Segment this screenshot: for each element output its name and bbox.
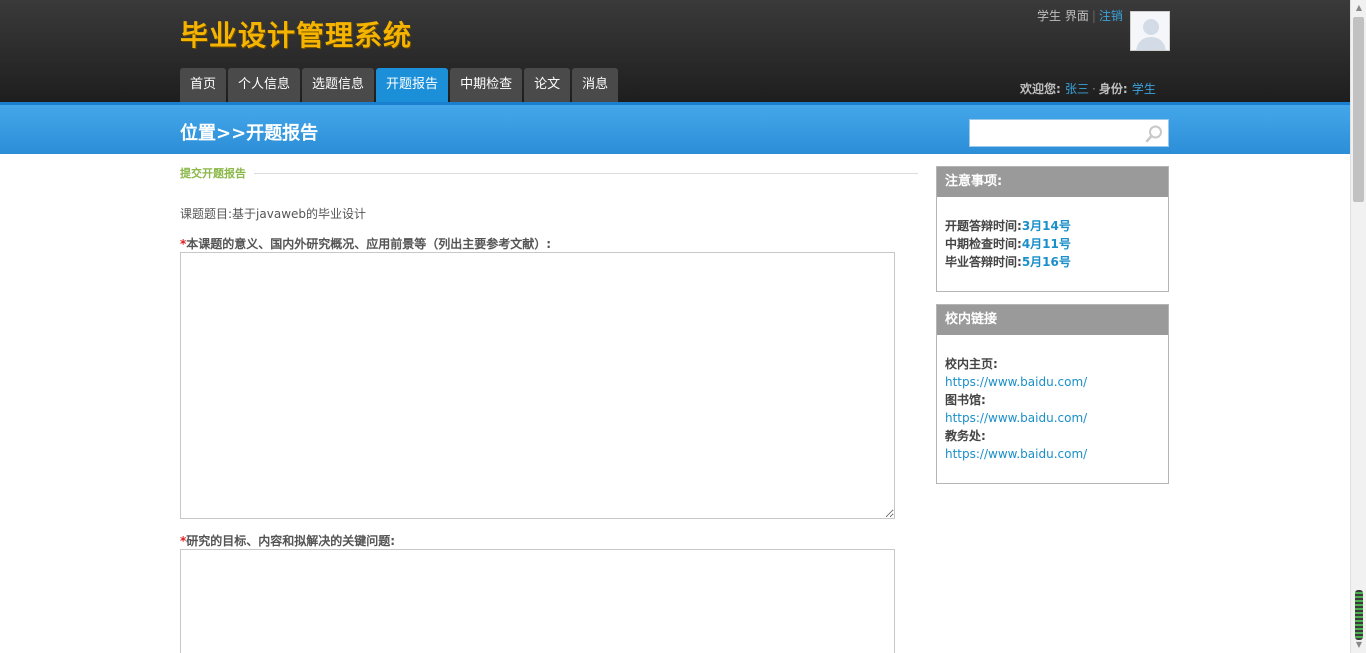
significance-textarea[interactable] — [180, 252, 895, 519]
notice-body: 开题答辩时间:3月14号 中期检查时间:4月11号 毕业答辩时间:5月16号 — [937, 197, 1168, 271]
nav-item-proposal-report[interactable]: 开题报告 — [376, 68, 449, 102]
scroll-indicator — [1355, 590, 1363, 640]
dot-separator: · — [1092, 82, 1096, 96]
site-title: 毕业设计管理系统 — [180, 19, 413, 52]
notice-item-label: 毕业答辩时间: — [945, 255, 1022, 269]
notice-item-value: 5月16号 — [1021, 255, 1071, 269]
notice-title: 注意事项: — [937, 167, 1168, 197]
library-link[interactable]: https://www.baidu.com/ — [945, 409, 1160, 427]
campus-links-body: 校内主页: https://www.baidu.com/ 图书馆: https:… — [937, 335, 1168, 463]
section-divider — [180, 173, 918, 174]
top-links: 学生 界面 | 注销 — [1037, 7, 1123, 24]
nav-item-topic-selection[interactable]: 选题信息 — [302, 68, 375, 102]
page-scrollbar[interactable]: ▲ ▼ — [1350, 0, 1366, 653]
location-bar: 位置>>开题报告 — [0, 102, 1350, 154]
welcome-label: 欢迎您: — [1020, 82, 1061, 96]
link-label: 教务处: — [945, 429, 986, 443]
nav-item-midterm-check[interactable]: 中期检查 — [450, 68, 523, 102]
field2-label-text: 研究的目标、内容和拟解决的关键问题: — [186, 534, 396, 548]
scroll-up-arrow-icon[interactable]: ▲ — [1351, 0, 1366, 16]
search-icon[interactable] — [1144, 124, 1164, 144]
notice-item-label: 中期检查时间: — [945, 237, 1022, 251]
page: 毕业设计管理系统 学生 界面 | 注销 首页 个人信息 选题信息 开题报告 中期检查… — [0, 0, 1366, 653]
nav-item-thesis[interactable]: 论文 — [524, 68, 571, 102]
campus-links-box: 校内链接 校内主页: https://www.baidu.com/ 图书馆: h… — [936, 304, 1169, 484]
field2-label: *研究的目标、内容和拟解决的关键问题: — [180, 532, 395, 549]
notice-item-label: 开题答辩时间: — [945, 219, 1022, 233]
field1-label-text: 本课题的意义、国内外研究概况、应用前景等（列出主要参考文献）: — [186, 237, 552, 251]
section-title: 提交开题报告 — [180, 165, 254, 181]
notice-item: 中期检查时间:4月11号 — [945, 235, 1160, 253]
nav-item-profile[interactable]: 个人信息 — [228, 68, 301, 102]
scroll-down-arrow-icon[interactable]: ▼ — [1351, 637, 1366, 653]
header: 毕业设计管理系统 学生 界面 | 注销 首页 个人信息 选题信息 开题报告 中期检查… — [0, 0, 1350, 102]
search-box — [969, 119, 1169, 147]
campus-links-title: 校内链接 — [937, 305, 1168, 335]
notice-item-value: 4月11号 — [1021, 237, 1071, 251]
nav-item-messages[interactable]: 消息 — [572, 68, 619, 102]
notice-item: 开题答辩时间:3月14号 — [945, 217, 1160, 235]
academic-affairs-link[interactable]: https://www.baidu.com/ — [945, 445, 1160, 463]
identity-label: 身份: — [1098, 82, 1128, 96]
objectives-textarea[interactable] — [180, 549, 895, 653]
divider: | — [1091, 9, 1096, 23]
notice-item: 毕业答辩时间:5月16号 — [945, 253, 1160, 271]
notice-item-value: 3月14号 — [1021, 219, 1071, 233]
user-name[interactable]: 张三 — [1065, 82, 1089, 96]
field1-label: *本课题的意义、国内外研究概况、应用前景等（列出主要参考文献）: — [180, 235, 551, 252]
location-title: 位置>>开题报告 — [180, 123, 319, 144]
link-label: 图书馆: — [945, 393, 986, 407]
identity-value: 学生 — [1131, 82, 1156, 96]
link-label: 校内主页: — [945, 357, 998, 371]
logout-link[interactable]: 注销 — [1099, 9, 1123, 23]
main-nav: 首页 个人信息 选题信息 开题报告 中期检查 论文 消息 — [180, 68, 619, 102]
scrollbar-thumb[interactable] — [1353, 17, 1364, 202]
user-avatar-icon[interactable] — [1130, 11, 1170, 51]
welcome-info: 欢迎您: 张三 · 身份: 学生 — [1020, 80, 1156, 97]
topic-label: 课题题目: — [180, 207, 233, 221]
notice-box: 注意事项: 开题答辩时间:3月14号 中期检查时间:4月11号 毕业答辩时间:5… — [936, 166, 1169, 292]
campus-homepage-link[interactable]: https://www.baidu.com/ — [945, 373, 1160, 391]
search-input[interactable] — [970, 120, 1140, 146]
topic-value: 基于javaweb的毕业设计 — [232, 207, 367, 221]
nav-item-home[interactable]: 首页 — [180, 68, 227, 102]
section-header: 提交开题报告 — [180, 165, 918, 181]
role-label: 学生 界面 — [1037, 9, 1089, 23]
topic-line: 课题题目:基于javaweb的毕业设计 — [180, 205, 366, 222]
